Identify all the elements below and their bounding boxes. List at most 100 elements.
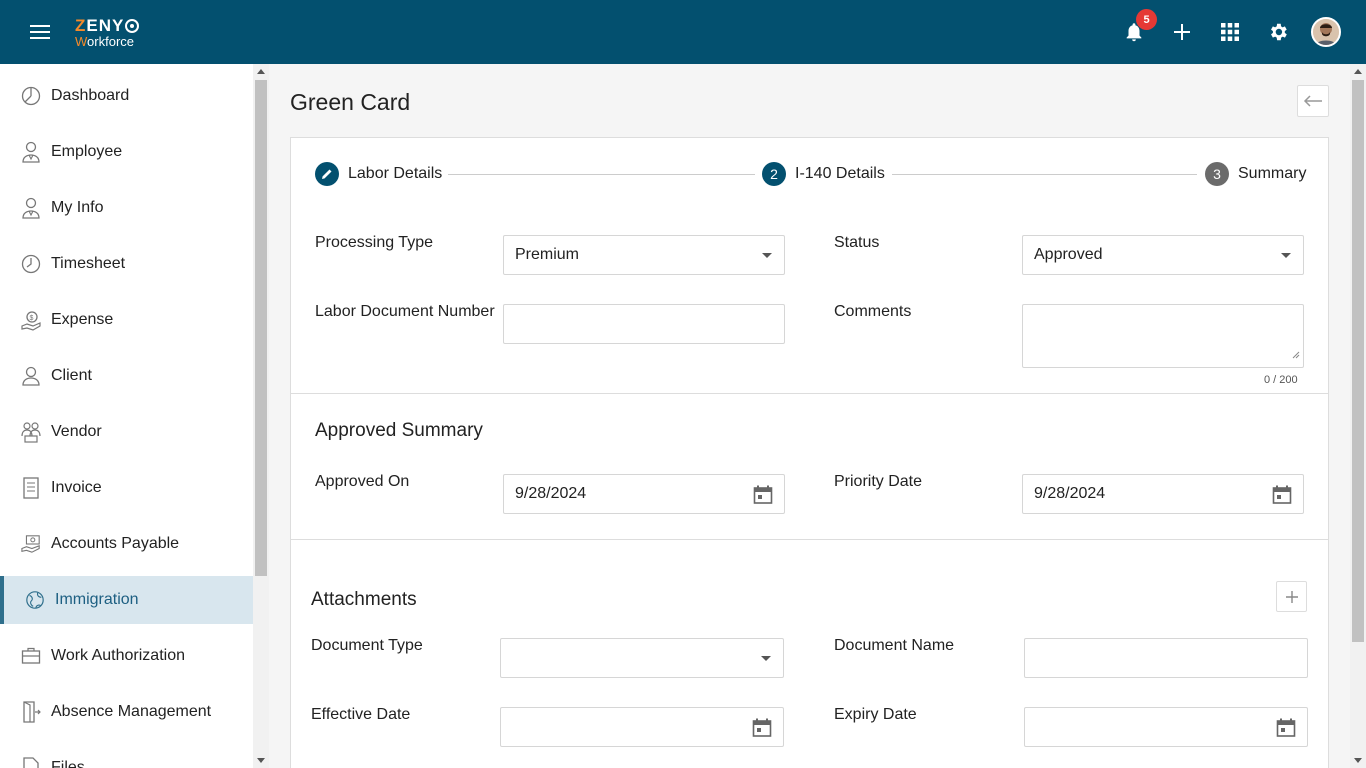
comments-textarea[interactable] — [1022, 304, 1304, 368]
calendar-icon[interactable] — [1276, 718, 1296, 743]
approved-on-label: Approved On — [315, 473, 410, 490]
page-title: Green Card — [290, 89, 411, 115]
sidebar-item-absence-management[interactable]: Absence Management — [0, 688, 253, 736]
document-name-label: Document Name — [834, 637, 955, 654]
expiry-date-label: Expiry Date — [834, 706, 917, 723]
approved-on-value: 9/28/2024 — [515, 485, 587, 502]
sidebar-item-dashboard[interactable]: Dashboard — [0, 72, 253, 120]
calendar-icon[interactable] — [753, 485, 773, 510]
sidebar-item-timesheet[interactable]: Timesheet — [0, 240, 253, 288]
sidebar-item-label: Vendor — [51, 423, 102, 440]
sidebar-item-label: Immigration — [55, 591, 139, 608]
attachments-title: Attachments — [311, 589, 417, 610]
step-i140-details[interactable]: 2 I-140 Details — [762, 162, 885, 186]
sidebar-item-expense[interactable]: $ Expense — [0, 296, 253, 344]
document-type-label: Document Type — [311, 637, 423, 654]
main-content: Green Card Labor Details 2 I-140 Details… — [269, 64, 1350, 768]
approved-summary-title: Approved Summary — [315, 420, 483, 441]
sidebar-item-label: Accounts Payable — [51, 535, 180, 552]
settings-gear-icon[interactable] — [1264, 18, 1292, 46]
svg-text:$: $ — [30, 315, 34, 322]
sidebar-item-label: Absence Management — [51, 703, 212, 720]
notification-badge: 5 — [1136, 9, 1157, 30]
scrollbar-thumb[interactable] — [1352, 80, 1364, 642]
menu-icon[interactable] — [30, 25, 50, 39]
back-button[interactable] — [1297, 85, 1329, 117]
files-icon — [21, 757, 41, 768]
step-label: Summary — [1238, 165, 1307, 182]
sidebar-item-client[interactable]: Client — [0, 352, 253, 400]
sidebar-item-my-info[interactable]: My Info — [0, 184, 253, 232]
expiry-date-input[interactable] — [1024, 707, 1308, 747]
priority-date-label: Priority Date — [834, 473, 923, 490]
logo[interactable]: Z ENY Workforce — [75, 16, 140, 49]
sidebar-item-label: Work Authorization — [51, 647, 185, 664]
invoice-icon — [21, 477, 41, 499]
pencil-icon — [315, 162, 339, 186]
sidebar-item-label: Employee — [51, 143, 123, 160]
priority-date-input[interactable]: 9/28/2024 — [1022, 474, 1304, 514]
clock-icon — [21, 253, 41, 275]
sidebar-item-label: Expense — [51, 311, 114, 328]
sidebar-item-accounts-payable[interactable]: Accounts Payable — [0, 520, 253, 568]
step-label: I-140 Details — [795, 165, 885, 182]
labor-document-number-input[interactable] — [503, 304, 785, 344]
step-summary[interactable]: 3 Summary — [1205, 162, 1306, 186]
vendor-icon — [21, 421, 41, 443]
logo-sub-initial: W — [75, 34, 88, 49]
add-attachment-button[interactable] — [1276, 581, 1307, 612]
user-avatar[interactable] — [1311, 17, 1341, 47]
resize-handle-icon[interactable] — [1292, 346, 1300, 364]
scroll-up-icon[interactable] — [257, 69, 265, 74]
calendar-icon[interactable] — [752, 718, 772, 743]
sidebar-item-label: Timesheet — [51, 255, 126, 272]
status-label: Status — [834, 234, 880, 251]
approved-on-date-input[interactable]: 9/28/2024 — [503, 474, 785, 514]
processing-type-value: Premium — [515, 246, 580, 263]
stepper-connector — [448, 174, 755, 175]
priority-date-value: 9/28/2024 — [1034, 485, 1106, 502]
processing-type-label: Processing Type — [315, 234, 433, 251]
chevron-down-icon — [762, 253, 772, 258]
scroll-down-icon[interactable] — [1354, 758, 1362, 763]
step-number: 3 — [1205, 162, 1229, 186]
green-card-form-card: Labor Details 2 I-140 Details 3 Summary … — [290, 137, 1329, 768]
logo-sub-text: orkforce — [87, 34, 135, 49]
logo-text: ENY — [86, 16, 125, 35]
add-icon[interactable] — [1168, 18, 1196, 46]
status-select[interactable]: Approved — [1022, 235, 1304, 275]
scroll-up-icon[interactable] — [1354, 69, 1362, 74]
stepper-connector — [892, 174, 1197, 175]
chevron-down-icon — [1281, 253, 1291, 258]
scroll-down-icon[interactable] — [257, 758, 265, 763]
apps-grid-icon[interactable] — [1216, 18, 1244, 46]
section-divider — [291, 539, 1328, 540]
calendar-icon[interactable] — [1272, 485, 1292, 510]
accounts-payable-icon — [21, 533, 41, 555]
document-type-select[interactable] — [500, 638, 784, 678]
step-label: Labor Details — [348, 165, 443, 182]
step-labor-details[interactable]: Labor Details — [315, 162, 442, 186]
sidebar-item-employee[interactable]: Employee — [0, 128, 253, 176]
sidebar-item-label: My Info — [51, 199, 104, 216]
sidebar-item-label: Dashboard — [51, 87, 130, 104]
document-name-input[interactable] — [1024, 638, 1308, 678]
sidebar-item-label: Files — [51, 759, 85, 768]
processing-type-select[interactable]: Premium — [503, 235, 785, 275]
sidebar-item-immigration[interactable]: Immigration — [0, 576, 253, 624]
main-scrollbar[interactable] — [1350, 64, 1366, 768]
plus-icon — [1285, 590, 1298, 603]
sidebar-scrollbar[interactable] — [253, 64, 269, 768]
briefcase-icon — [21, 645, 41, 667]
scrollbar-thumb[interactable] — [255, 80, 267, 576]
sidebar-nav: Dashboard Employee My Info Timesheet $ E… — [0, 64, 253, 768]
effective-date-input[interactable] — [500, 707, 784, 747]
comments-char-counter: 0 / 200 — [1264, 374, 1298, 386]
sidebar-item-label: Client — [51, 367, 92, 384]
sidebar-item-invoice[interactable]: Invoice — [0, 464, 253, 512]
my-info-icon — [21, 197, 41, 219]
logo-initial: Z — [75, 16, 87, 35]
sidebar-item-vendor[interactable]: Vendor — [0, 408, 253, 456]
sidebar-item-files[interactable]: Files — [0, 744, 253, 768]
sidebar-item-work-authorization[interactable]: Work Authorization — [0, 632, 253, 680]
